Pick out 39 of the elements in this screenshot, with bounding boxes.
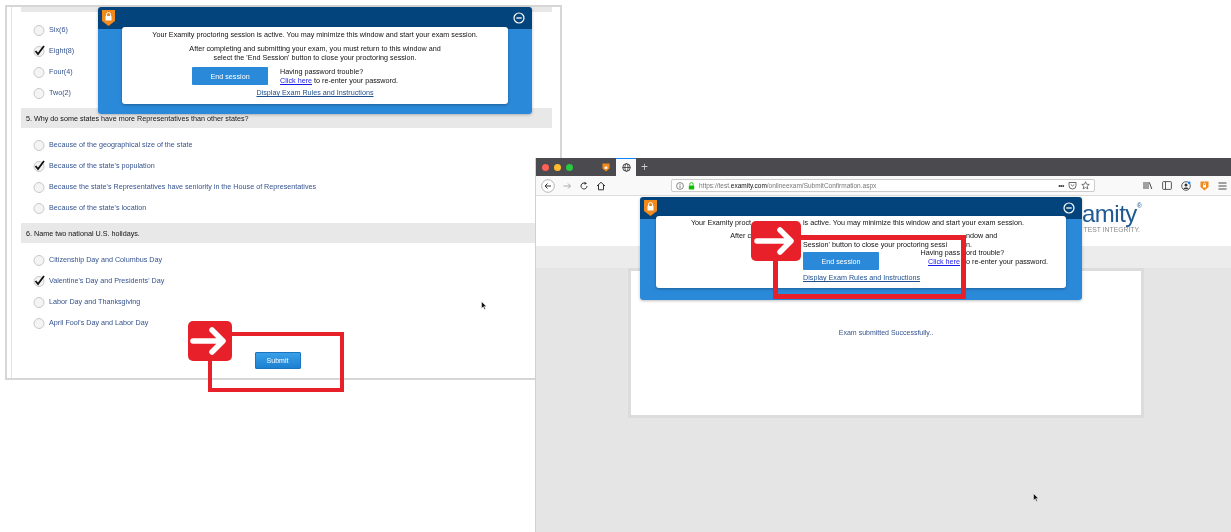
close-button[interactable] bbox=[542, 163, 549, 171]
minimize-icon[interactable] bbox=[513, 12, 525, 24]
checked-radio[interactable] bbox=[33, 274, 46, 287]
menu-icon[interactable] bbox=[1218, 181, 1227, 190]
new-tab-button[interactable]: + bbox=[641, 158, 648, 176]
logo-text: amity bbox=[1082, 202, 1137, 226]
minimize-button[interactable] bbox=[554, 163, 561, 171]
globe-icon bbox=[621, 163, 631, 172]
arrow-badge-icon bbox=[751, 221, 801, 261]
checked-radio[interactable] bbox=[33, 44, 46, 57]
minimize-icon[interactable] bbox=[1063, 202, 1075, 214]
lock-badge-icon bbox=[644, 200, 657, 216]
radio-button[interactable] bbox=[33, 23, 46, 36]
pocket-icon[interactable] bbox=[1068, 181, 1077, 190]
sidebar-icon[interactable] bbox=[1162, 181, 1172, 190]
info-icon[interactable] bbox=[676, 181, 684, 190]
account-icon[interactable] bbox=[1181, 180, 1191, 191]
radio-button[interactable] bbox=[33, 86, 46, 99]
shield-icon bbox=[602, 162, 610, 172]
home-icon[interactable] bbox=[596, 180, 606, 191]
radio-button[interactable] bbox=[33, 180, 46, 193]
browser-tab[interactable] bbox=[616, 158, 636, 176]
reload-icon[interactable] bbox=[579, 180, 589, 191]
checked-radio[interactable] bbox=[33, 159, 46, 172]
shield-icon[interactable] bbox=[1200, 180, 1209, 191]
cursor-icon bbox=[1033, 493, 1039, 502]
radio-button[interactable] bbox=[33, 201, 46, 214]
radio-button[interactable] bbox=[33, 295, 46, 308]
radio-button[interactable] bbox=[33, 65, 46, 78]
lock-icon bbox=[688, 181, 695, 190]
back-icon[interactable] bbox=[541, 178, 555, 193]
lock-badge-icon bbox=[102, 10, 115, 26]
radio-button[interactable] bbox=[33, 316, 46, 329]
radio-button[interactable] bbox=[33, 138, 46, 151]
bookmark-star-icon[interactable] bbox=[1081, 181, 1090, 190]
radio-button[interactable] bbox=[33, 253, 46, 266]
cursor-icon bbox=[481, 301, 487, 310]
zoom-button[interactable] bbox=[566, 163, 573, 171]
library-icon[interactable] bbox=[1143, 181, 1153, 190]
